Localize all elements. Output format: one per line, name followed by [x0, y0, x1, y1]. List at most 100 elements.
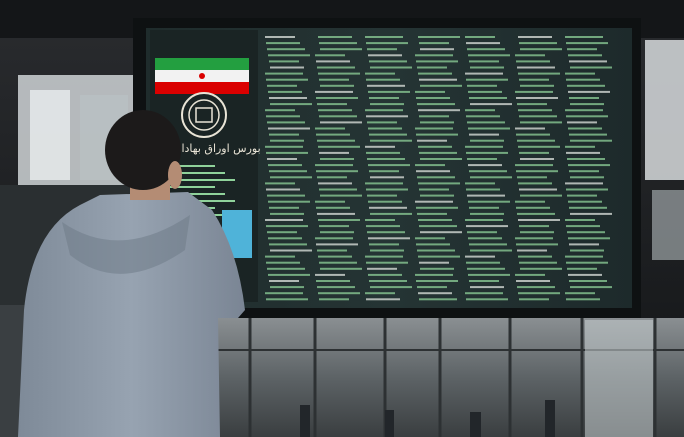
board-row-line [415, 200, 453, 203]
board-row-line [269, 97, 307, 99]
board-row-line [416, 170, 450, 173]
board-row-line [416, 60, 458, 63]
board-row-line [369, 170, 399, 173]
board-row-line [469, 97, 507, 99]
board-row-line [469, 133, 499, 136]
board-row-line [419, 42, 449, 45]
board-row-line [420, 231, 462, 234]
board-row-line [315, 127, 345, 130]
board-row-line [569, 170, 599, 173]
board-row-line [520, 121, 562, 124]
board-row-line [415, 164, 445, 167]
board-row-line [267, 121, 305, 124]
board-row-line [370, 249, 404, 252]
board-row-line [367, 84, 405, 87]
board-row-line [270, 249, 312, 252]
board-row-line [319, 78, 349, 81]
board-row-line [269, 170, 307, 173]
board-row-line [267, 84, 297, 87]
board-row-line [316, 97, 358, 99]
board-row-line [418, 36, 460, 38]
board-row-line [468, 273, 510, 276]
board-row-line [469, 280, 499, 282]
board-row-line [319, 151, 349, 154]
board-row-line [318, 72, 360, 75]
board-row-line [265, 255, 295, 258]
board-row-line [369, 206, 407, 209]
board-row-line [565, 292, 595, 295]
board-row-line [370, 103, 404, 106]
lobby-door [585, 320, 653, 437]
board-row-line [468, 200, 510, 203]
board-row-line [266, 115, 300, 118]
board-row-line [565, 145, 595, 148]
board-row-line [268, 127, 310, 130]
board-row-line [520, 194, 562, 197]
board-row-line [318, 219, 360, 221]
board-row-line [469, 243, 507, 246]
board-row-line [316, 170, 358, 173]
board-row-line [370, 176, 404, 179]
board-row-line [370, 66, 412, 69]
board-row-line [418, 255, 460, 258]
board-row-line [315, 200, 345, 203]
board-row-line [365, 219, 395, 221]
board-row-line [420, 121, 454, 124]
board-row-line [518, 36, 552, 38]
board-row-line [568, 237, 610, 240]
board-row-line [316, 280, 350, 282]
board-row-line [420, 267, 454, 270]
board-row-line [316, 133, 350, 136]
board-row-line [368, 237, 410, 240]
board-row-line [417, 103, 455, 106]
board-row-line [565, 219, 595, 221]
board-row-line [320, 84, 354, 87]
board-row-line [269, 280, 299, 282]
board-row-line [417, 286, 447, 289]
board-row-line [416, 206, 458, 209]
board-row-line [417, 66, 447, 69]
board-row-line [466, 42, 500, 45]
board-row-line [567, 194, 597, 197]
board-row-line [519, 115, 557, 118]
hoodie [18, 192, 245, 437]
board-row-line [315, 237, 353, 240]
board-row-line [319, 225, 349, 228]
board-row-line [520, 267, 562, 270]
board-row-line [366, 261, 408, 264]
board-row-line [415, 127, 453, 130]
board-row-line [320, 121, 362, 124]
board-row-line [465, 219, 503, 221]
board-row-line [269, 60, 299, 63]
board-row-line [465, 292, 503, 295]
board-row-line [570, 286, 612, 289]
board-row-line [267, 231, 297, 234]
board-row-line [317, 286, 355, 289]
board-row-line [517, 139, 555, 142]
board-row-line [369, 280, 407, 282]
board-row-line [515, 273, 545, 276]
board-row-line [317, 103, 347, 106]
board-row-line [515, 54, 545, 57]
board-row-line [320, 231, 354, 234]
board-row-line [366, 225, 400, 228]
board-row-line [416, 280, 458, 282]
board-row-line [419, 115, 449, 118]
board-row-line [418, 182, 460, 185]
board-row-line [319, 298, 349, 301]
right-window-lower [652, 190, 684, 260]
board-row-line [515, 90, 553, 93]
board-row-line [269, 243, 307, 246]
board-row-line [517, 286, 555, 289]
board-row-line [365, 255, 403, 258]
board-row-line [516, 243, 558, 246]
board-row-line [270, 66, 304, 69]
board-row-line [265, 292, 303, 295]
board-row-line [566, 42, 608, 45]
board-row-line [418, 72, 452, 75]
board-row-line [417, 176, 455, 179]
board-row-line [516, 97, 558, 99]
board-row-line [418, 292, 452, 295]
board-row-line [515, 164, 553, 167]
board-row-line [368, 273, 402, 276]
